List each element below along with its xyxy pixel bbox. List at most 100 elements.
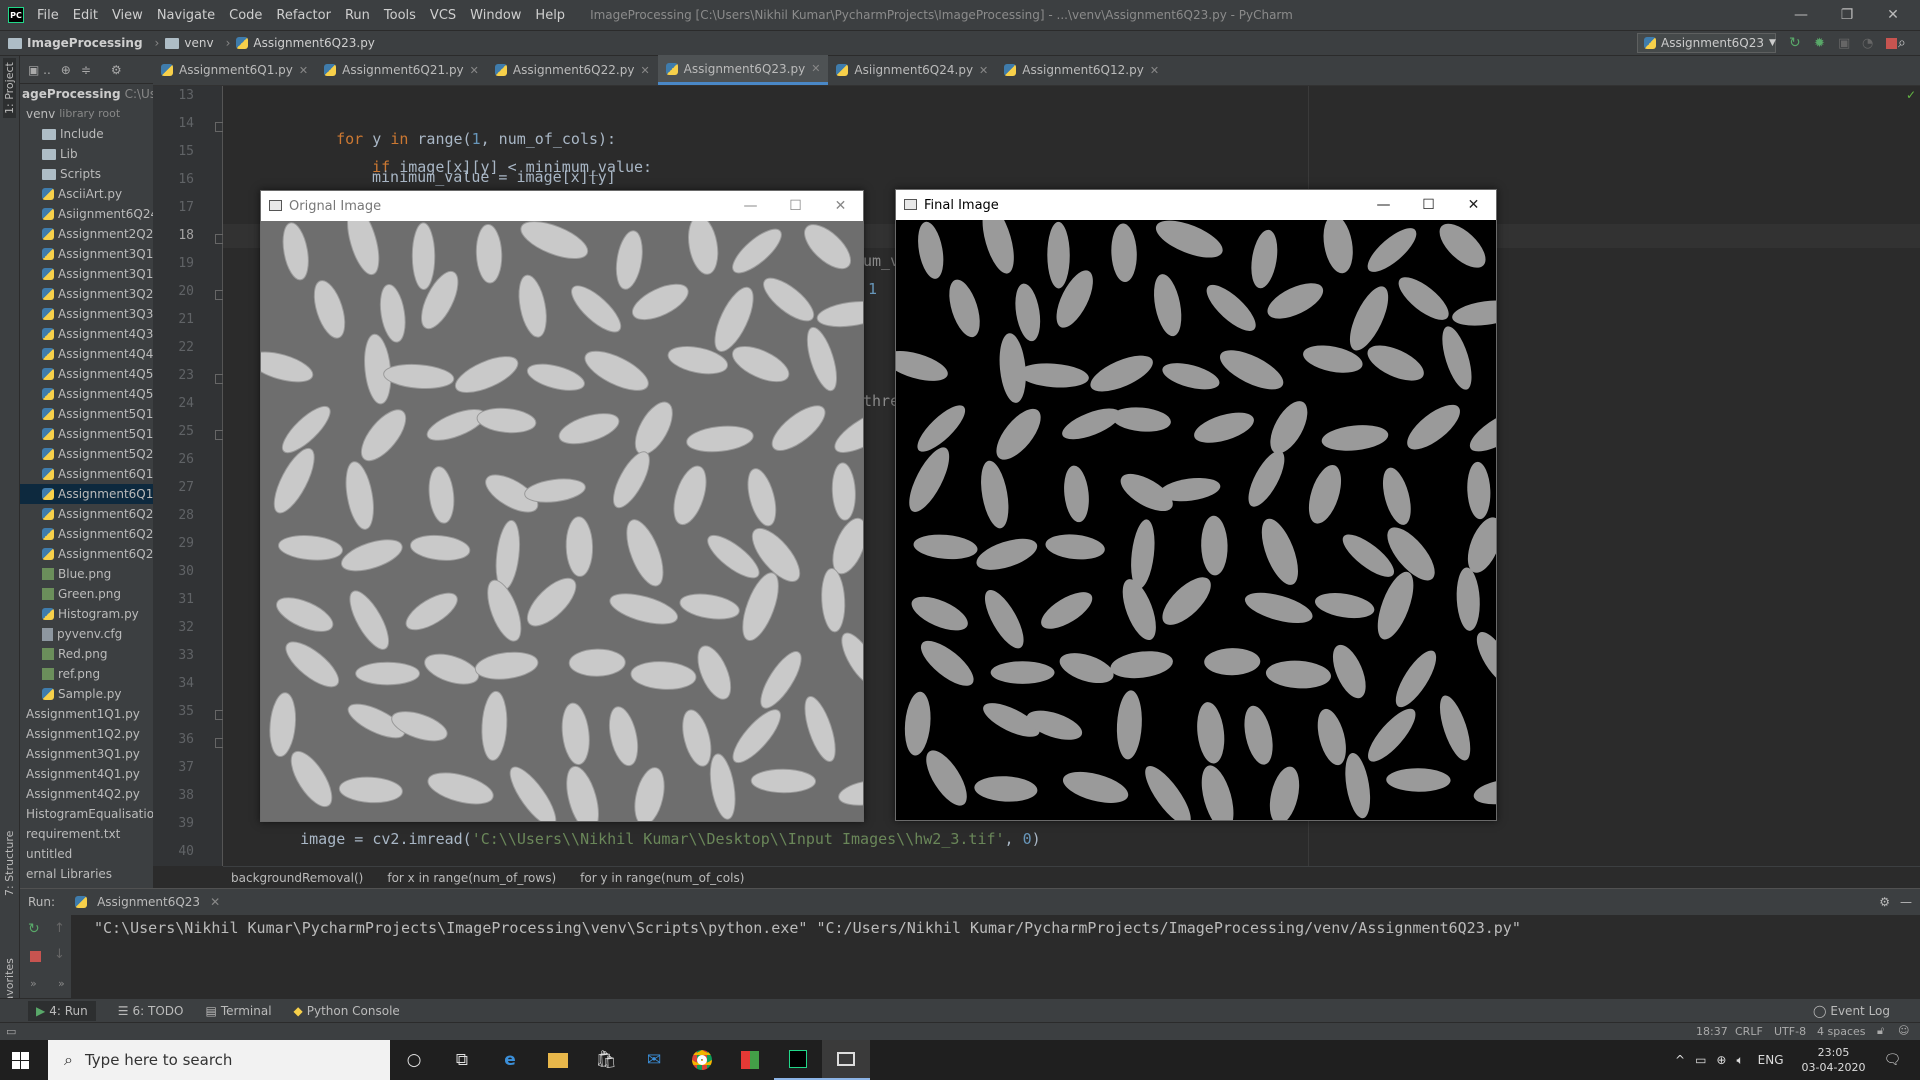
tree-item[interactable]: Lib [20,144,153,164]
tree-item[interactable]: Green.png [20,584,153,604]
stop-icon[interactable] [1886,37,1897,49]
terminal-tool-tab[interactable]: ▤ Terminal [205,1004,271,1018]
windows-start-icon[interactable] [12,1052,29,1069]
task-view-icon[interactable]: ⧉ [438,1040,486,1080]
close-tab-icon[interactable]: ✕ [299,64,308,77]
menu-edit[interactable]: Edit [66,8,105,23]
tree-item[interactable]: HistogramEqualisation.p [20,804,153,824]
tree-item[interactable]: ref.png [20,664,153,684]
locate-icon[interactable]: ⊕ [61,63,71,77]
clock[interactable]: 23:05 03-04-2020 [1802,1045,1866,1075]
tree-item[interactable]: AsciiArt.py [20,184,153,204]
minimize-button[interactable]: — [1778,0,1824,30]
layout-icon[interactable]: ▣ .. [28,63,51,77]
menu-run[interactable]: Run [338,8,377,23]
tree-item[interactable]: Assignment1Q2.py [20,724,153,744]
menu-window[interactable]: Window [463,8,528,23]
close-tab-icon[interactable]: ✕ [1150,64,1159,77]
tree-item[interactable]: Assignment6Q23.py [20,544,153,564]
tree-item[interactable]: Assignment6Q22.py [20,524,153,544]
tree-item[interactable]: Sample.py [20,684,153,704]
indent-setting[interactable]: 4 spaces [1817,1025,1866,1038]
original-image-titlebar[interactable]: Orignal Image — ☐ ✕ [261,191,863,221]
tree-item[interactable]: Assignment3Q2.py [20,284,153,304]
search-icon[interactable]: ⌕ [1898,35,1906,51]
edge-icon[interactable]: e [486,1040,534,1080]
close-button[interactable]: ✕ [1451,190,1496,220]
language-indicator[interactable]: ENG [1758,1053,1784,1067]
tree-item[interactable]: Include [20,124,153,144]
rerun-icon[interactable]: ↻ [1789,35,1801,51]
file-encoding[interactable]: UTF-8 [1774,1025,1806,1038]
code-crumb[interactable]: backgroundRemoval() [231,871,363,885]
tree-item[interactable]: Assignment4Q3.py [20,324,153,344]
final-image-window[interactable]: Final Image — ☐ ✕ [895,189,1497,821]
more-icon[interactable]: » [30,977,37,990]
tree-item[interactable]: Assignment5Q1NN.p [20,424,153,444]
taskbar-search[interactable]: ⌕ Type here to search [48,1040,390,1080]
inspector-icon[interactable]: ☺︎ [1898,1024,1909,1037]
tree-item[interactable]: Assignment5Q1Bl.py [20,404,153,424]
volume-icon[interactable]: 🔈︎ [1736,1053,1743,1068]
tree-item[interactable]: Assignment4Q5b.py [20,384,153,404]
tree-item[interactable]: Assignment1Q1.py [20,704,153,724]
original-image-window[interactable]: Orignal Image — ☐ ✕ [260,190,864,822]
code-crumb[interactable]: for x in range(num_of_rows) [387,871,556,885]
todo-tool-tab[interactable]: ☰ 6: TODO [118,1004,184,1018]
down-arrow-icon[interactable]: ↓ [54,947,65,962]
pycharm-taskbar-icon[interactable] [774,1040,822,1080]
tree-item[interactable]: Assignment5Q2NND [20,444,153,464]
chrome-icon[interactable] [678,1040,726,1080]
editor-tab[interactable]: Assignment6Q23.py ✕ [657,55,829,85]
tree-item[interactable]: Assignment3Q1b.py [20,264,153,284]
close-tab-icon[interactable]: ✕ [640,64,649,77]
store-icon[interactable]: 🛍︎ [582,1040,630,1080]
maximize-button[interactable]: ☐ [1406,190,1451,220]
mail-icon[interactable]: ✉ [630,1040,678,1080]
gear-icon[interactable]: ⚙ [1879,895,1890,909]
app-icon[interactable] [726,1040,774,1080]
editor-tab[interactable]: Assignment6Q12.py ✕ [996,55,1167,85]
menu-view[interactable]: View [105,8,150,23]
debug-icon[interactable]: ✹ [1814,36,1825,51]
coverage-icon[interactable]: ▣ [1838,36,1850,51]
run-tab[interactable]: Assignment6Q23 [97,895,200,909]
close-tab-icon[interactable]: ✕ [470,64,479,77]
tree-item[interactable]: Assignment4Q5a.py [20,364,153,384]
network-icon[interactable]: ⊕ [1716,1053,1726,1067]
profile-icon[interactable]: ◔ [1862,36,1873,51]
close-tab-icon[interactable]: ✕ [811,62,820,75]
minimize-button[interactable]: — [1361,190,1406,220]
tree-item[interactable]: Assignment4Q4.py [20,344,153,364]
run-tool-tab[interactable]: ▶ 4: Run [28,1000,96,1021]
tree-item[interactable]: Assignment3Q1.py [20,744,153,764]
tree-item[interactable]: Assignment6Q21.py [20,504,153,524]
close-button[interactable]: ✕ [818,191,863,221]
breadcrumb-file[interactable]: Assignment6Q23.py [253,36,375,50]
menu-tools[interactable]: Tools [377,8,423,23]
python-console-tool-tab[interactable]: ◆ Python Console [294,1004,400,1018]
tree-item[interactable]: Histogram.py [20,604,153,624]
structure-tool-button[interactable]: 7: Structure [3,831,16,896]
opencv-window-taskbar-icon[interactable] [822,1040,870,1080]
project-root[interactable]: ageProcessing C:\Users\ [20,84,153,104]
tree-item[interactable]: pyvenv.cfg [20,624,153,644]
venv-folder[interactable]: venv library root [20,104,153,124]
tree-item[interactable]: requirement.txt [20,824,153,844]
editor-tab[interactable]: Assignment6Q22.py ✕ [487,55,658,85]
menu-navigate[interactable]: Navigate [150,8,222,23]
more-icon[interactable]: » [58,977,65,990]
tree-item[interactable]: Asiignment6Q24.py [20,204,153,224]
battery-icon[interactable]: ▭ [1695,1053,1706,1067]
layout-toggle-icon[interactable]: ▭ [6,1025,16,1038]
breadcrumb-venv[interactable]: venv [184,36,213,50]
breadcrumb-project[interactable]: ImageProcessing [27,36,143,50]
tray-chevron-icon[interactable]: ^ [1675,1053,1685,1067]
tree-item[interactable]: Assignment4Q1.py [20,764,153,784]
tree-item[interactable]: Assignment2Q2.py [20,224,153,244]
menu-help[interactable]: Help [528,8,572,23]
menu-refactor[interactable]: Refactor [269,8,338,23]
line-separator[interactable]: CRLF [1735,1025,1763,1038]
tree-item[interactable]: Blue.png [20,564,153,584]
restore-button[interactable]: ❐ [1824,0,1870,30]
